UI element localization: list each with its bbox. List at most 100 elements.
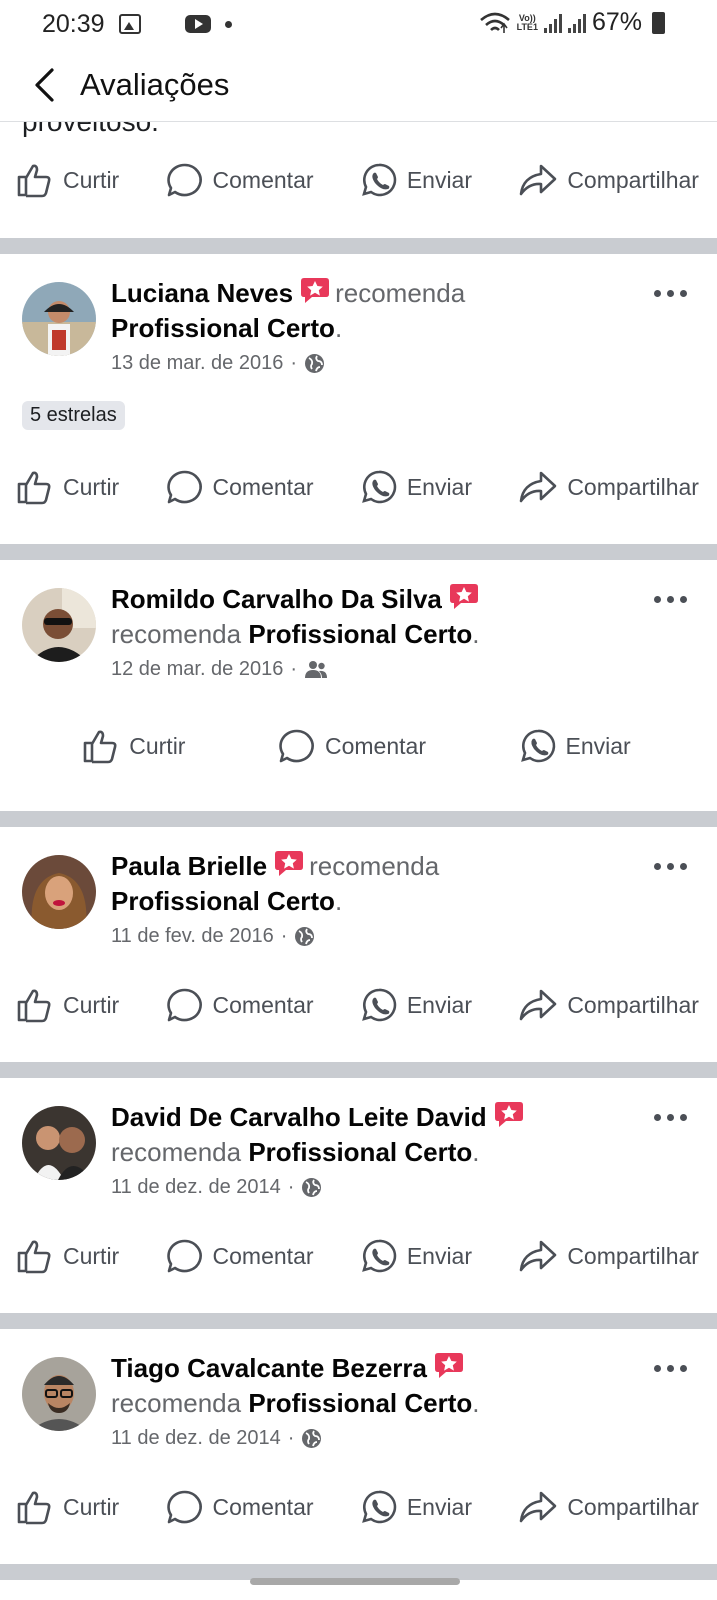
like-button[interactable]: Curtir (82, 728, 185, 764)
avatar[interactable] (22, 1357, 96, 1431)
recommends-text: recomenda (111, 1137, 242, 1167)
post-date[interactable]: 11 de fev. de 2016 (111, 925, 274, 948)
author-name[interactable]: Romildo Carvalho Da Silva (111, 584, 442, 614)
like-button[interactable]: Curtir (16, 469, 119, 505)
send-button[interactable]: Enviar (360, 1238, 472, 1274)
comment-button[interactable]: Comentar (166, 162, 314, 198)
page-link[interactable]: Profissional Certo (248, 1388, 472, 1418)
share-button[interactable]: Compartilhar (518, 469, 699, 505)
page-link[interactable]: Profissional Certo (248, 619, 472, 649)
recommendation-icon (275, 851, 304, 876)
share-icon (520, 989, 557, 1021)
app-header: Avaliações (0, 48, 717, 122)
signal-icon (543, 13, 562, 33)
review-post: David De Carvalho Leite David recomenda … (0, 1078, 717, 1313)
status-bar: 20:39 Vo)) LTE1 67% (0, 0, 717, 48)
more-options-button[interactable] (654, 290, 687, 297)
avatar[interactable] (22, 1106, 96, 1180)
author-name[interactable]: Tiago Cavalcante Bezerra (111, 1353, 427, 1383)
home-indicator[interactable] (250, 1578, 460, 1585)
page-title: Avaliações (80, 66, 230, 102)
share-button[interactable]: Compartilhar (518, 987, 699, 1023)
recommends-text: recomenda (111, 619, 242, 649)
post-divider (0, 811, 717, 827)
send-button[interactable]: Enviar (360, 469, 472, 505)
comment-icon (166, 988, 202, 1022)
globe-icon (302, 1178, 322, 1197)
back-button[interactable] (0, 48, 80, 122)
page-link[interactable]: Profissional Certo (111, 886, 335, 916)
more-options-button[interactable] (654, 596, 687, 603)
more-options-button[interactable] (654, 1114, 687, 1121)
post-headline: Paula Brielle recomenda Profissional Cert… (111, 851, 440, 916)
share-button[interactable]: Compartilhar (518, 1489, 699, 1525)
post-divider (0, 544, 717, 560)
like-button[interactable]: Curtir (16, 987, 119, 1023)
status-time: 20:39 (42, 9, 105, 38)
author-name[interactable]: David De Carvalho Leite David (111, 1102, 487, 1132)
share-icon (520, 1491, 557, 1523)
more-options-button[interactable] (654, 863, 687, 870)
post-meta: 12 de mar. de 2016 · (111, 658, 637, 681)
comment-button[interactable]: Comentar (166, 987, 314, 1023)
post-meta: 11 de fev. de 2016 · (111, 925, 637, 948)
send-button[interactable]: Enviar (519, 728, 631, 764)
thumbs-up-icon (17, 1240, 51, 1274)
whatsapp-icon (361, 1490, 397, 1524)
wifi-icon (479, 12, 510, 33)
comment-button[interactable]: Comentar (278, 728, 426, 764)
recommendation-icon (494, 1102, 523, 1127)
post-divider (0, 238, 717, 254)
like-button[interactable]: Curtir (16, 162, 119, 198)
comment-button[interactable]: Comentar (166, 469, 314, 505)
whatsapp-icon (361, 1239, 397, 1273)
avatar[interactable] (22, 855, 96, 929)
globe-icon (295, 927, 315, 946)
share-button[interactable]: Compartilhar (518, 162, 699, 198)
comment-icon (166, 1239, 202, 1273)
reviews-feed[interactable]: proveitoso. Curtir Comentar Enviar Compa… (0, 106, 717, 1580)
post-divider (0, 1313, 717, 1329)
post-date[interactable]: 11 de dez. de 2014 (111, 1427, 281, 1450)
review-post: Romildo Carvalho Da Silva recomenda Prof… (0, 560, 717, 811)
review-post: Tiago Cavalcante Bezerra recomenda Profi… (0, 1329, 717, 1564)
battery-percent: 67% (591, 8, 642, 36)
post-date[interactable]: 12 de mar. de 2016 (111, 658, 283, 681)
post-meta: 13 de mar. de 2016 · (111, 352, 637, 375)
page-link[interactable]: Profissional Certo (248, 1137, 472, 1167)
signal-icon (567, 13, 586, 33)
author-name[interactable]: Luciana Neves (111, 278, 293, 308)
more-options-button[interactable] (654, 1365, 687, 1372)
send-button[interactable]: Enviar (360, 1489, 472, 1525)
volte-icon: Vo)) LTE1 (516, 12, 538, 32)
avatar[interactable] (22, 282, 96, 356)
globe-icon (305, 354, 325, 373)
like-button[interactable]: Curtir (16, 1489, 119, 1525)
send-button[interactable]: Enviar (360, 162, 472, 198)
comment-icon (166, 470, 202, 504)
like-button[interactable]: Curtir (16, 1238, 119, 1274)
share-icon (520, 471, 557, 503)
send-button[interactable]: Enviar (360, 987, 472, 1023)
whatsapp-icon (520, 729, 555, 763)
youtube-icon (184, 15, 211, 33)
share-icon (520, 164, 557, 196)
thumbs-up-icon (17, 1491, 51, 1525)
avatar[interactable] (22, 588, 96, 662)
comment-button[interactable]: Comentar (166, 1238, 314, 1274)
post-meta: 11 de dez. de 2014 · (111, 1427, 637, 1450)
page-link[interactable]: Profissional Certo (111, 313, 335, 343)
author-name[interactable]: Paula Brielle (111, 851, 267, 881)
dot-icon (224, 20, 232, 28)
post-headline: Luciana Neves recomenda Profissional Cert… (111, 278, 466, 343)
review-post: Paula Brielle recomenda Profissional Cert… (0, 827, 717, 1062)
comment-button[interactable]: Comentar (166, 1489, 314, 1525)
comment-icon (279, 729, 314, 763)
post-meta: 11 de dez. de 2014 · (111, 1176, 637, 1199)
post-date[interactable]: 11 de dez. de 2014 (111, 1176, 281, 1199)
share-button[interactable]: Compartilhar (518, 1238, 699, 1274)
action-bar: Curtir Comentar Enviar Compartilhar (0, 430, 717, 544)
recommendation-icon (435, 1353, 463, 1378)
post-date[interactable]: 13 de mar. de 2016 (111, 352, 283, 375)
share-icon (520, 1240, 557, 1272)
